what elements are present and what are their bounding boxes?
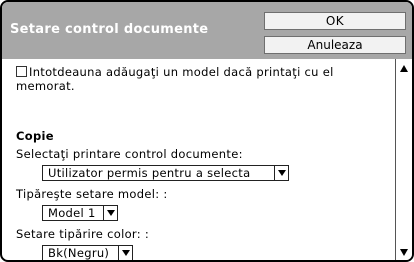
chevron-down-icon[interactable] xyxy=(118,246,132,260)
copy-section-title: Copie xyxy=(16,129,54,143)
color-setting-value: Bk(Negru) xyxy=(48,246,110,260)
page-title: Setare control documente xyxy=(10,22,209,37)
scroll-up-icon[interactable] xyxy=(400,65,408,72)
header-bar: Setare control documente OK Anuleaza xyxy=(2,2,412,59)
color-setting-dropdown[interactable]: Bk(Negru) xyxy=(42,245,133,260)
settings-panel: Intotdeauna adăugaţi un model dacă print… xyxy=(2,59,395,260)
cancel-button[interactable]: Anuleaza xyxy=(264,36,406,54)
document-control-settings-screen: Setare control documente OK Anuleaza Int… xyxy=(0,0,414,262)
always-add-option[interactable]: Intotdeauna adăugaţi un model dacă print… xyxy=(16,65,388,93)
always-add-label: Intotdeauna adăugaţi un model dacă print… xyxy=(16,65,334,93)
print-model-value: Model 1 xyxy=(48,206,96,220)
scroll-down-icon[interactable] xyxy=(400,249,408,256)
vertical-scrollbar[interactable] xyxy=(395,59,412,260)
always-add-checkbox[interactable] xyxy=(16,66,27,77)
print-model-label: Tipăreşte setare model: : xyxy=(16,187,168,201)
select-printer-value: Utilizator permis pentru a selecta xyxy=(48,166,251,180)
chevron-down-icon[interactable] xyxy=(274,166,288,180)
ok-button[interactable]: OK xyxy=(264,12,406,30)
color-setting-label: Setare tipărire color: : xyxy=(16,227,150,241)
select-printer-dropdown[interactable]: Utilizator permis pentru a selecta xyxy=(42,165,289,181)
print-model-dropdown[interactable]: Model 1 xyxy=(42,205,118,221)
chevron-down-icon[interactable] xyxy=(103,206,117,220)
select-printer-label: Selectaţi printare control documente: xyxy=(16,147,243,161)
